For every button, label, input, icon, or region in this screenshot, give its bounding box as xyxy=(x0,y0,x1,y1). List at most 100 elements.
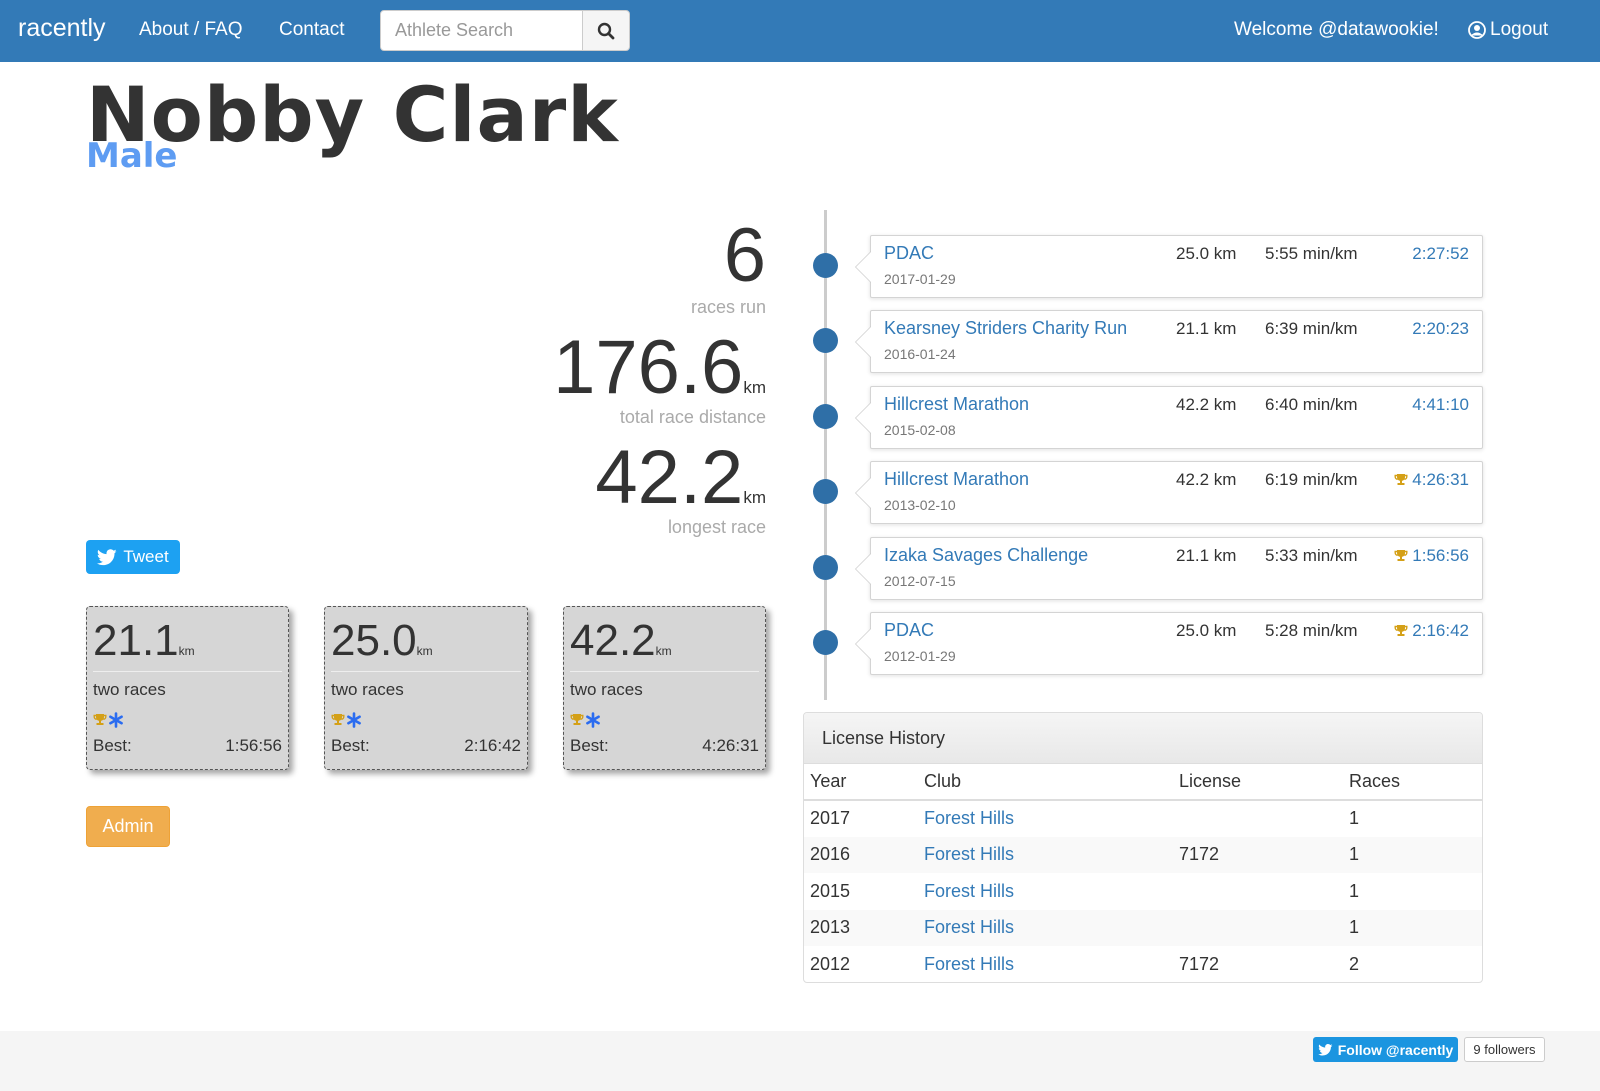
twitter-bird-icon xyxy=(97,548,117,565)
license-races: 1 xyxy=(1349,808,1360,829)
distance-card: 21.1km two races Best: 1:56:56 xyxy=(86,606,289,770)
trophy-icon xyxy=(1394,549,1408,561)
trophy-icon xyxy=(93,714,107,726)
card-distance: 21.1km xyxy=(93,616,195,665)
license-row: 2017 Forest Hills 1 xyxy=(804,800,1482,837)
license-number: 7172 xyxy=(1179,953,1220,974)
brand-logo[interactable]: racently xyxy=(18,14,106,43)
race-time-link[interactable]: 2:27:52 xyxy=(1412,244,1469,264)
snowflake-icon xyxy=(109,712,123,729)
followers-count[interactable]: 9 followers xyxy=(1464,1037,1545,1062)
card-best-label: Best: xyxy=(93,736,132,756)
card-race-count: two races xyxy=(331,680,404,700)
race-entry: Hillcrest Marathon 2013-02-10 42.2 km 6:19 … xyxy=(855,461,1483,525)
race-entry: Izaka Savages Challenge 2012-07-15 21.1 km… xyxy=(855,536,1483,600)
race-name-link[interactable]: Kearsney Striders Charity Run xyxy=(884,318,1127,339)
license-number xyxy=(1173,909,1343,946)
timeline-dot xyxy=(813,554,838,580)
race-time-link[interactable]: 4:41:10 xyxy=(1412,395,1469,415)
license-races: 2 xyxy=(1349,953,1360,974)
license-number xyxy=(1173,800,1343,837)
race-distance: 25.0 km xyxy=(1176,621,1237,640)
card-divider xyxy=(331,671,521,673)
distance-card: 25.0km two races Best: 2:16:42 xyxy=(324,606,528,770)
license-club-cell: Forest Hills xyxy=(918,946,1173,982)
license-races: 1 xyxy=(1349,880,1360,901)
license-table: Year Club License Races 2017 Forest Hills… xyxy=(804,764,1482,982)
search-icon xyxy=(597,22,615,39)
race-name-link[interactable]: Hillcrest Marathon xyxy=(884,394,1029,415)
race-time-link[interactable]: 4:26:31 xyxy=(1394,470,1469,490)
nav-about[interactable]: About / FAQ xyxy=(139,19,243,41)
race-date: 2012-07-15 xyxy=(884,572,956,589)
race-distance: 21.1 km xyxy=(1176,545,1237,565)
race-pace: 6:19 min/km xyxy=(1265,470,1358,490)
athlete-search-input[interactable] xyxy=(380,10,583,51)
card-best: Best: 2:16:42 xyxy=(331,736,521,756)
license-year: 2012 xyxy=(810,953,851,974)
timeline-dot xyxy=(813,328,838,354)
race-name-link[interactable]: PDAC xyxy=(884,620,934,641)
col-club: Club xyxy=(918,764,1173,801)
club-link[interactable]: Forest Hills xyxy=(924,881,1014,901)
tweet-label: Tweet xyxy=(123,547,169,566)
timeline-dot xyxy=(813,403,838,429)
club-link[interactable]: Forest Hills xyxy=(924,954,1014,974)
card-best: Best: 4:26:31 xyxy=(570,736,759,756)
license-club-cell: Forest Hills xyxy=(918,909,1173,946)
race-pace: 5:28 min/km xyxy=(1265,621,1358,640)
longest-race-label: longest race xyxy=(667,517,766,537)
twitter-follow-button[interactable]: Follow @racently xyxy=(1313,1037,1458,1062)
col-races: Races xyxy=(1343,764,1482,801)
admin-button[interactable]: Admin xyxy=(86,806,170,847)
distance-card: 42.2km two races Best: 4:26:31 xyxy=(563,606,766,770)
trophy-icon xyxy=(570,714,584,726)
license-year: 2013 xyxy=(804,909,918,946)
card-divider xyxy=(570,671,759,673)
timeline-arrow xyxy=(855,628,871,660)
race-name-link[interactable]: Hillcrest Marathon xyxy=(884,469,1029,490)
logout-link[interactable]: Logout xyxy=(1468,19,1548,41)
tweet-button[interactable]: Tweet xyxy=(86,540,180,574)
race-date: 2015-02-08 xyxy=(884,421,956,438)
col-license: License xyxy=(1173,764,1343,801)
race-time-link[interactable]: 2:20:23 xyxy=(1412,319,1469,339)
club-link[interactable]: Forest Hills xyxy=(924,844,1014,864)
card-best-label: Best: xyxy=(331,736,370,756)
races-run-value: 6 xyxy=(723,213,766,298)
club-link[interactable]: Forest Hills xyxy=(924,917,1014,937)
race-name-link[interactable]: Izaka Savages Challenge xyxy=(884,545,1088,566)
license-year: 2015 xyxy=(810,880,851,901)
race-distance: 25.0 km xyxy=(1176,244,1237,263)
race-name-link[interactable]: PDAC xyxy=(884,243,934,264)
race-entry: Kearsney Striders Charity Run 2016-01-24 2… xyxy=(855,310,1483,374)
nav-contact[interactable]: Contact xyxy=(279,19,344,41)
race-pace: 6:40 min/km xyxy=(1265,394,1358,414)
card-badges xyxy=(570,710,759,730)
card-race-count: two races xyxy=(570,680,643,700)
twitter-bird-icon xyxy=(1317,1043,1333,1056)
license-year: 2016 xyxy=(804,836,918,873)
club-link[interactable]: Forest Hills xyxy=(924,808,1014,828)
race-pace: 6:39 min/km xyxy=(1265,319,1358,339)
card-best: Best: 1:56:56 xyxy=(93,736,282,756)
trophy-icon xyxy=(1394,625,1408,636)
search-button[interactable] xyxy=(582,10,630,51)
timeline-arrow xyxy=(855,477,871,510)
license-year: 2017 xyxy=(810,808,851,829)
race-time-link[interactable]: 2:16:42 xyxy=(1394,621,1469,641)
card-best-time: 2:16:42 xyxy=(464,736,521,756)
race-time-link[interactable]: 1:56:56 xyxy=(1394,546,1469,566)
timeline-line xyxy=(824,210,827,700)
license-races: 1 xyxy=(1343,909,1482,946)
total-distance-value: 176.6km xyxy=(553,325,766,410)
race-entry: Hillcrest Marathon 2015-02-08 42.2 km 6:40 … xyxy=(855,385,1483,449)
license-club-cell: Forest Hills xyxy=(918,836,1173,873)
race-pace: 5:33 min/km xyxy=(1265,545,1358,565)
card-divider xyxy=(93,671,282,673)
races-run-label: races run xyxy=(690,297,766,317)
race-entry: PDAC 2012-01-29 25.0 km 5:28 min/km 2:16:42 xyxy=(855,612,1483,675)
card-distance: 42.2km xyxy=(570,616,672,665)
user-circle-icon xyxy=(1468,21,1486,39)
card-distance: 25.0km xyxy=(331,616,433,665)
